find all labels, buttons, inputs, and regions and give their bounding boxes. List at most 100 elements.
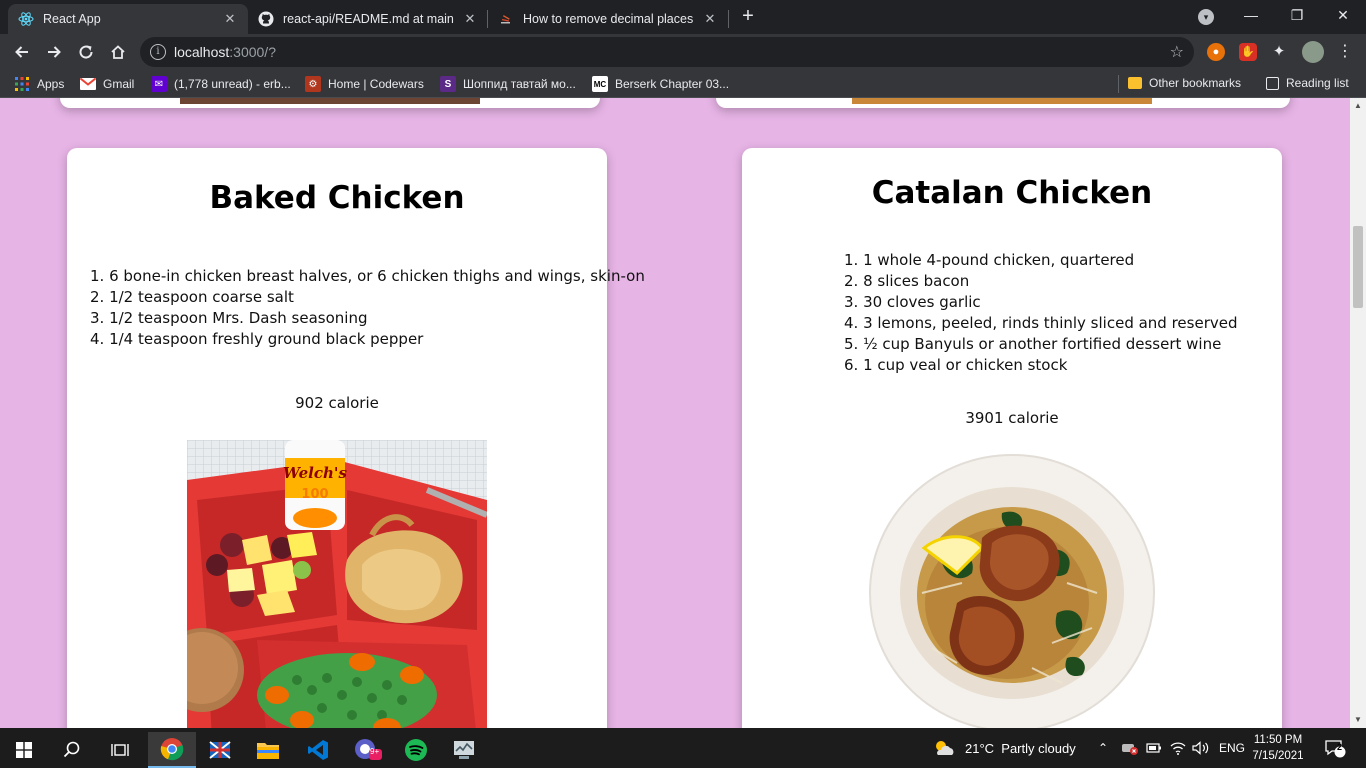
recipe-card-previous-right [716, 98, 1290, 108]
bookmark-berserk[interactable]: MC Berserk Chapter 03... [592, 76, 729, 92]
clock-time: 11:50 PM [1253, 734, 1303, 746]
reading-list-button[interactable]: Reading list [1266, 76, 1349, 90]
messenger-icon[interactable]: 9+ [344, 732, 392, 768]
minimize-button[interactable]: — [1228, 0, 1274, 30]
extension-fox-icon[interactable]: ● [1207, 43, 1225, 61]
reading-list-icon [1266, 76, 1279, 90]
recipe-card: Baked Chicken 1. 6 bone-in chicken breas… [67, 148, 645, 728]
restore-button[interactable]: ❐ [1274, 0, 1320, 30]
bookmarks-bar: Apps Gmail ✉ (1,778 unread) - erb... ⚙ H… [0, 70, 1366, 98]
scroll-down-arrow-icon[interactable]: ▼ [1350, 712, 1366, 728]
recipe-title: Catalan Chicken [871, 175, 1153, 211]
site-info-icon[interactable]: i [150, 44, 166, 60]
system-clock[interactable]: 11:50 PM 7/15/2021 [1236, 732, 1320, 764]
windows-taskbar: 9+ 21°C Partly cloudy ⌃ ENG 11:50 PM 7/1… [0, 728, 1366, 768]
tab-title: React App [43, 12, 101, 26]
action-center-icon[interactable]: 2 [1324, 728, 1346, 768]
tab-bar: React App ✕ react-api/README.md at main … [0, 0, 1366, 34]
react-icon [18, 11, 34, 27]
recipe-image [852, 98, 1152, 104]
partly-cloudy-icon [936, 741, 954, 755]
bookmark-yahoo-mail[interactable]: ✉ (1,778 unread) - erb... [151, 76, 291, 92]
wifi-icon[interactable] [1170, 728, 1186, 768]
ingredient-item: 4. 3 lemons, peeled, rinds thinly sliced… [844, 314, 1238, 332]
ingredient-item: 5. ½ cup Banyuls or another fortified de… [844, 335, 1222, 353]
task-view-icon[interactable] [96, 732, 144, 768]
ingredient-item: 2. 1/2 teaspoon coarse salt [90, 288, 294, 306]
tab-search-icon[interactable]: ▾ [1198, 9, 1214, 25]
bookmark-other-folder[interactable]: Other bookmarks [1128, 76, 1241, 90]
shoppy-icon: S [440, 76, 456, 92]
url-text: localhost:3000/? [174, 44, 276, 60]
reload-icon[interactable] [72, 38, 100, 66]
page-scrollbar[interactable]: ▲ ▼ [1350, 98, 1366, 728]
ingredient-list: 1. 6 bone-in chicken breast halves, or 6… [90, 266, 645, 350]
github-icon [258, 11, 274, 27]
extension-adblock-icon[interactable]: ✋ [1239, 43, 1257, 61]
home-icon[interactable] [104, 38, 132, 66]
notification-badge: 9+ [370, 747, 380, 756]
bookmark-label: Apps [37, 77, 65, 91]
bookmark-label: Home | Codewars [328, 77, 424, 91]
close-tab-icon[interactable]: ✕ [702, 11, 718, 27]
recipe-image: Welch's 100 [187, 440, 487, 728]
ingredient-item: 1. 1 whole 4-pound chicken, quartered [844, 251, 1135, 269]
search-icon[interactable] [48, 732, 96, 768]
spotify-icon[interactable] [392, 732, 440, 768]
extensions-puzzle-icon[interactable]: ✦ [1270, 43, 1288, 61]
profile-avatar[interactable] [1302, 41, 1324, 63]
clock-date: 7/15/2021 [1252, 750, 1304, 762]
volume-icon[interactable] [1192, 728, 1210, 768]
battery-icon[interactable] [1146, 728, 1162, 768]
chrome-taskbar-icon[interactable] [148, 732, 196, 768]
browser-toolbar: i localhost:3000/? ☆ ● ✋ ✦ ⋮ [0, 34, 1366, 70]
scroll-up-arrow-icon[interactable]: ▲ [1350, 98, 1366, 114]
ingredient-item: 2. 8 slices bacon [844, 272, 970, 290]
gmail-icon [80, 76, 96, 92]
can-sub-label: 100 [301, 487, 328, 502]
recipe-image [862, 453, 1162, 728]
address-bar[interactable]: i localhost:3000/? ☆ [140, 37, 1194, 67]
tab-title: react-api/README.md at main · E [283, 12, 456, 26]
tab-github-readme[interactable]: react-api/README.md at main · E ✕ [248, 4, 488, 34]
manga-icon: MC [592, 76, 608, 92]
forward-arrow-icon[interactable] [40, 38, 68, 66]
vscode-icon[interactable] [294, 732, 342, 768]
recipe-title: Baked Chicken [209, 180, 465, 216]
show-hidden-icons-chevron[interactable]: ⌃ [1098, 728, 1108, 768]
network-warning-icon[interactable] [1121, 728, 1139, 768]
tab-stackoverflow[interactable]: How to remove decimal places in ✕ [488, 4, 728, 34]
scrollbar-thumb[interactable] [1353, 226, 1363, 308]
ingredient-list: 1. 1 whole 4-pound chicken, quartered 2.… [844, 250, 1238, 376]
recipe-card-previous-left [60, 98, 600, 108]
system-monitor-icon[interactable] [440, 732, 488, 768]
apps-grid-icon [14, 76, 30, 92]
stackoverflow-icon [498, 11, 514, 27]
can-brand-label: Welch's [283, 464, 347, 482]
new-tab-button[interactable]: + [736, 5, 760, 29]
windows-start-icon[interactable] [0, 732, 48, 768]
bookmark-label: Gmail [103, 77, 135, 91]
ingredient-item: 6. 1 cup veal or chicken stock [844, 356, 1068, 374]
bookmark-shoppy[interactable]: S Шоппид тавтай мо... [440, 76, 576, 92]
file-explorer-icon[interactable] [244, 732, 292, 768]
url-host: localhost [174, 44, 230, 60]
notification-count: 2 [1337, 742, 1343, 752]
close-tab-icon[interactable]: ✕ [222, 11, 238, 27]
bookmark-star-icon[interactable]: ☆ [1170, 42, 1184, 62]
bookmark-apps[interactable]: Apps [14, 76, 64, 92]
bookmark-gmail[interactable]: Gmail [80, 76, 134, 92]
bookmark-label: Шоппид тавтай мо... [463, 77, 576, 91]
language-app-icon[interactable] [196, 732, 244, 768]
bookmark-codewars[interactable]: ⚙ Home | Codewars [305, 76, 424, 92]
weather-widget[interactable]: 21°C Partly cloudy [932, 728, 1076, 768]
ingredient-item: 4. 1/4 teaspoon freshly ground black pep… [90, 330, 424, 348]
close-window-button[interactable]: ✕ [1320, 0, 1366, 30]
tab-react-app[interactable]: React App ✕ [8, 4, 248, 34]
codewars-icon: ⚙ [305, 76, 321, 92]
close-tab-icon[interactable]: ✕ [462, 11, 478, 27]
more-menu-icon[interactable]: ⋮ [1336, 43, 1354, 61]
bookmark-label: Other bookmarks [1149, 76, 1242, 90]
ingredient-item: 1. 6 bone-in chicken breast halves, or 6… [90, 267, 645, 285]
back-arrow-icon[interactable] [8, 38, 36, 66]
